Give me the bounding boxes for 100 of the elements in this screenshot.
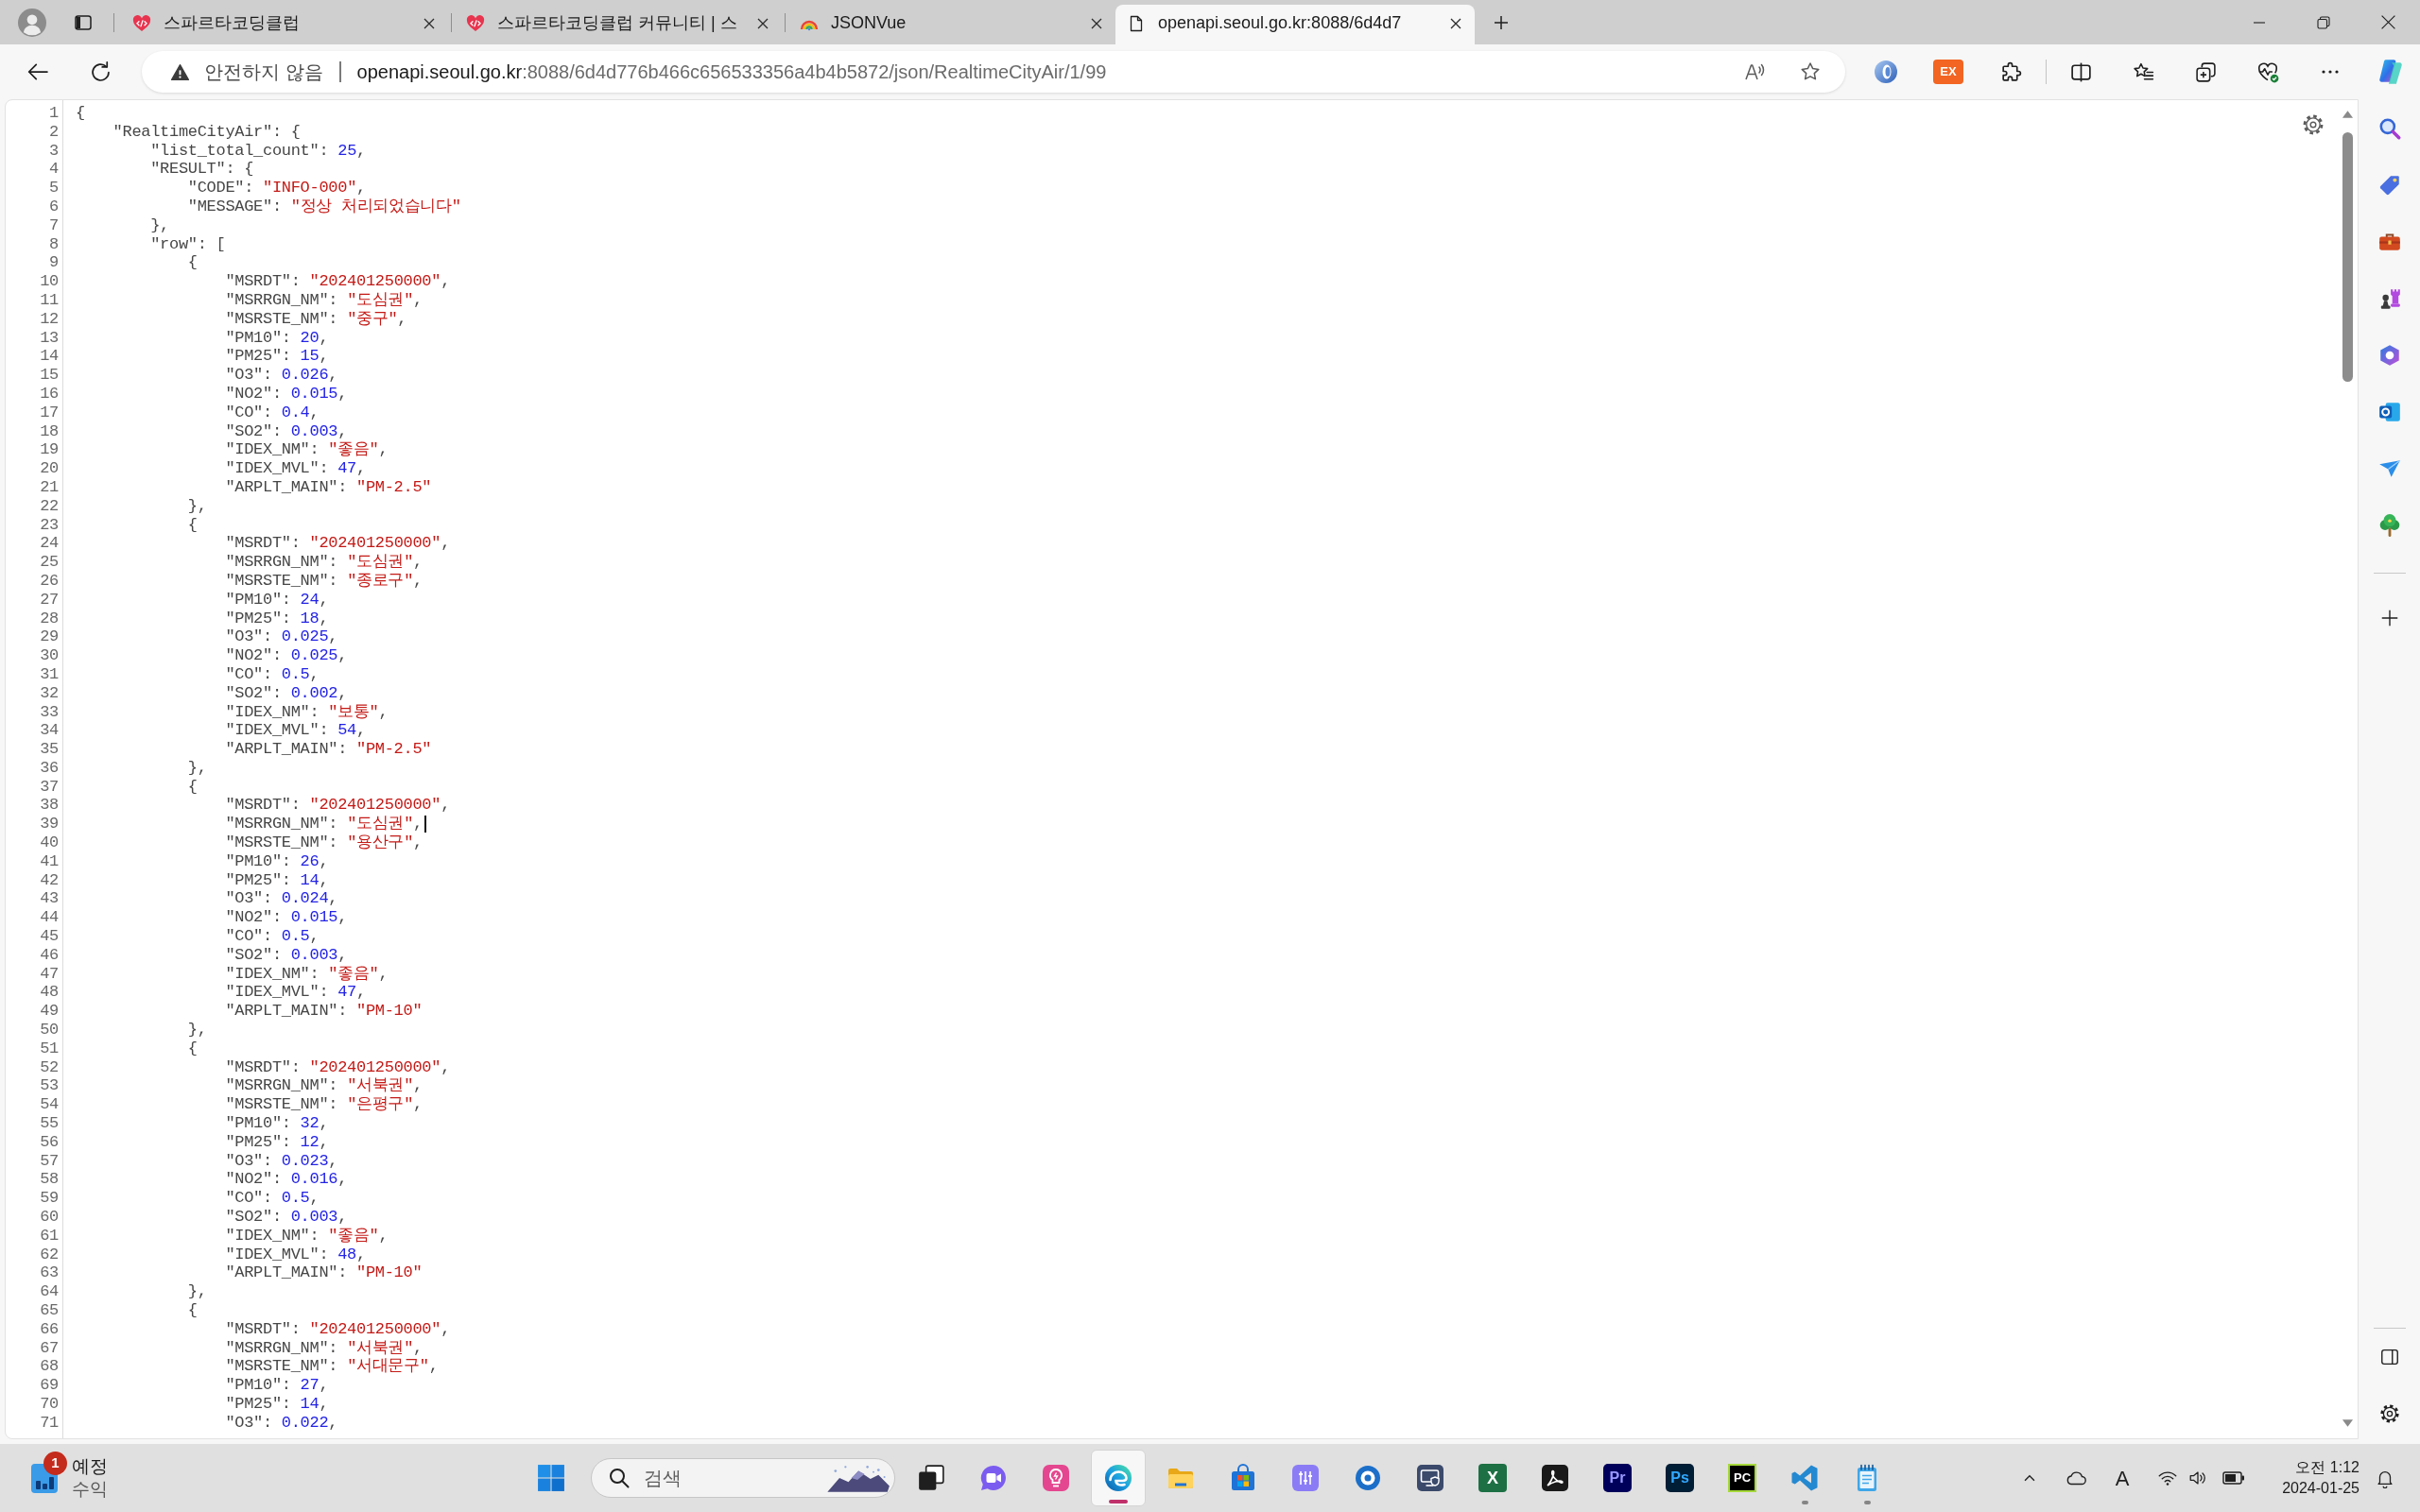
app-tile[interactable]: Pr [1603,1464,1632,1492]
line-number: 43 [40,889,59,908]
line-number: 48 [40,983,59,1002]
line-number: 23 [40,515,59,534]
code-line: "NO2": 0.015, [225,384,348,404]
code-line: "ARPLT_MAIN": "PM-10" [225,1002,423,1022]
widget-title[interactable]: 예정 [72,1455,108,1478]
code-line: "MSRDT": "202401250000", [225,272,451,291]
taskbar-button[interactable] [1091,1450,1146,1506]
close-icon[interactable] [1090,16,1103,30]
code-line: "MSRDT": "202401250000", [225,534,451,554]
ring-tile-icon[interactable] [2377,400,2402,424]
code-line: "PM25": 15, [225,347,329,367]
line-number: 1 [49,104,59,122]
line-number: 45 [40,927,59,946]
code-line: { [187,515,198,535]
code-line: "SO2": 0.002, [225,683,348,703]
line-number: 9 [49,253,59,272]
code-line: "NO2": 0.015, [225,908,348,928]
code-line: "MSRDT": "202401250000", [225,796,451,816]
code-line: }, [150,215,169,235]
app-tile[interactable]: Ps [1666,1464,1694,1492]
app-tile[interactable]: X [1478,1464,1507,1492]
line-number: 56 [40,1132,59,1151]
squares-plus-icon[interactable] [2193,60,2218,84]
line-number: 35 [40,740,59,759]
video-chat-icon[interactable] [978,1463,1009,1493]
line-number: 51 [40,1039,59,1057]
heart-code-icon [132,13,151,33]
code-line: "MSRRGN_NM": "서북권", [225,1338,423,1358]
code-line: "MSRRGN_NM": "서북권", [225,1076,423,1096]
scrollbar-thumb[interactable] [2342,132,2353,382]
app-tile[interactable]: PC [1728,1464,1756,1492]
line-number: 27 [40,590,59,609]
plus-icon[interactable] [1493,13,1510,31]
close-icon[interactable] [2379,14,2396,30]
tab-actions-icon[interactable] [74,12,93,32]
input-mode-indicator[interactable]: A [2115,1462,2130,1494]
close-icon[interactable] [1449,16,1462,30]
restore-icon[interactable] [2316,14,2331,30]
sliders-tile-icon[interactable] [1290,1463,1321,1493]
code-line: "SO2": 0.003, [225,421,348,441]
monitor-shield-icon[interactable] [1415,1463,1445,1493]
oval-ring-icon[interactable] [1874,60,1898,84]
line-number: 33 [40,702,59,721]
line-number: 13 [40,328,59,347]
ribbon-icon[interactable] [1789,1463,1820,1493]
line-number: 57 [40,1151,59,1170]
overlapping-squares-icon[interactable] [917,1464,945,1492]
settings-icon[interactable] [2377,1402,2401,1425]
loop-tile-icon[interactable] [1540,1463,1570,1493]
browser-tab[interactable]: openapi.seoul.go.kr:8088/6d4d7 [1115,5,1475,44]
search-field[interactable]: 검색 [591,1458,895,1498]
line-number: 66 [40,1319,59,1338]
scroll-down-icon[interactable] [2341,1418,2354,1428]
line-number: 52 [40,1057,59,1076]
code-line: }, [187,1282,207,1301]
code-line: "MSRDT": "202401250000", [225,1057,451,1077]
close-icon[interactable] [756,16,769,30]
line-number: 68 [40,1357,59,1376]
widget-subtitle[interactable]: 수익 [72,1478,108,1501]
browser-tab[interactable]: 스파르타코딩클럽 [121,5,448,44]
line-number: 29 [40,627,59,646]
code-line: "PM10": 20, [225,328,329,348]
line-number: 25 [40,553,59,572]
line-number: 42 [40,870,59,889]
code-line: "RESULT": { [150,160,254,180]
browser-tab[interactable]: JSONVue [788,5,1115,44]
code-line: "ARPLT_MAIN": "PM-2.5" [225,477,432,497]
profile-avatar-icon[interactable] [18,8,46,37]
code-line: "PM10": 32, [225,1114,329,1133]
line-number: 31 [40,664,59,683]
heart-pulse-icon[interactable] [2256,60,2280,84]
code-line: "PM25": 14, [225,870,329,890]
line-number: 21 [40,477,59,496]
twin-ribbon-icon[interactable] [2377,58,2405,86]
line-number: 7 [49,215,59,234]
settings-icon[interactable] [2301,112,2325,137]
line-number: 41 [40,851,59,870]
code-line: "MSRRGN_NM": "도심권", [225,553,423,572]
scroll-up-icon[interactable] [2341,110,2354,119]
site-info-button[interactable]: 안전하지 않음 [170,58,323,86]
swirl-icon[interactable] [1103,1463,1133,1493]
four-squares-icon[interactable] [537,1464,565,1492]
code-line: "RealtimeCityAir": { [112,122,301,142]
line-number: 15 [40,366,59,385]
code-line: "O3": 0.024, [225,889,338,909]
code-line: "CO": 0.5, [225,664,320,684]
code-line: "MSRDT": "202401250000", [225,1319,451,1339]
code-line: { [76,104,85,123]
address-bar[interactable]: 안전하지 않음 openapi.seoul.go.kr:8088/6d4d776b466c656533356a4b4b5872/json/RealtimeCityAir/1/99 [142,51,1845,93]
lightbulb-tile-icon[interactable] [1041,1463,1071,1493]
close-icon[interactable] [423,16,436,30]
code-line: "O3": 0.026, [225,366,338,385]
line-number: 34 [40,721,59,740]
panel-icon[interactable] [2378,1347,2400,1367]
line-number: 59 [40,1189,59,1208]
code-line: "CO": 0.5, [225,927,320,946]
ring-icon[interactable] [1353,1463,1383,1493]
browser-tab[interactable]: 스파르타코딩클럽 커뮤니티 | 스 [455,5,782,44]
